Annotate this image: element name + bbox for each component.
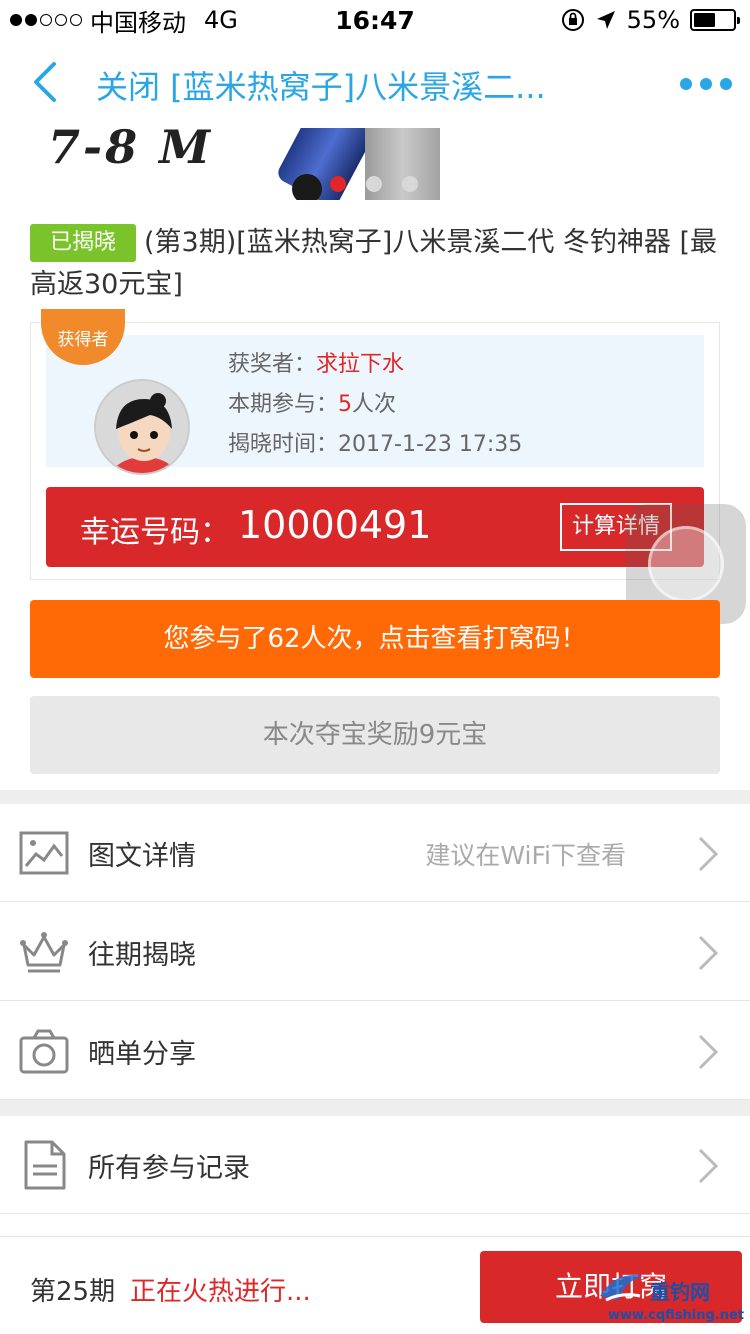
chevron-right-icon: [698, 836, 719, 872]
participation-count: 5: [338, 392, 353, 417]
carousel-pager: [330, 176, 418, 192]
view-codes-button[interactable]: 您参与了62人次，点击查看打窝码！: [30, 600, 720, 678]
winner-avatar[interactable]: [94, 379, 190, 475]
battery-icon: [690, 9, 740, 31]
join-now-button[interactable]: 立即打窝: [480, 1251, 742, 1323]
back-chevron-icon[interactable]: [26, 60, 66, 104]
list-item-share-order[interactable]: 晒单分享: [0, 1002, 750, 1100]
pager-dot[interactable]: [402, 176, 418, 192]
lucky-number-label: 幸运号码：: [80, 515, 230, 550]
banner-caption: 7-8 M: [48, 128, 214, 174]
winner-line: 获奖者：求拉下水: [228, 345, 522, 385]
lucky-number-bar: 幸运号码： 10000491 计算详情: [46, 487, 704, 567]
orientation-lock-icon: [561, 9, 584, 31]
pager-dot[interactable]: [330, 176, 346, 192]
avatar-illustration: [96, 381, 188, 473]
winner-name[interactable]: 求拉下水: [316, 352, 404, 377]
rod-tip-image: [292, 174, 322, 200]
list-item-graphic-details[interactable]: 图文详情 建议在WiFi下查看: [0, 804, 750, 902]
participation-unit: 人次: [352, 392, 397, 417]
bottom-bar: 第25期 正在火热进行... 立即打窝: [0, 1236, 750, 1334]
location-arrow-icon: [596, 11, 615, 29]
list-item-label: 所有参与记录: [88, 1153, 250, 1184]
chevron-right-icon: [698, 1034, 719, 1070]
product-title-block: 已揭晓 (第3期)[蓝米热窝子]八米景溪二代 冬钓神器 [最高返30元宝]: [30, 222, 720, 306]
current-period: 第25期: [30, 1277, 116, 1307]
reveal-time: 2017-1-23 17:35: [338, 432, 523, 457]
list-item-label: 往期揭晓: [88, 940, 196, 971]
reveal-time-line: 揭晓时间：2017-1-23 17:35: [228, 425, 522, 465]
reveal-label: 揭晓时间：: [228, 432, 339, 457]
battery-level: [694, 13, 715, 27]
list-item-hint: 建议在WiFi下查看: [425, 841, 626, 870]
crown-icon: [20, 932, 68, 973]
battery-percent: 55%: [626, 6, 680, 34]
pager-dot[interactable]: [366, 176, 382, 192]
chevron-right-icon: [698, 1148, 719, 1184]
revealed-tag: 已揭晓: [30, 224, 137, 262]
winner-ribbon-icon: 获得者: [29, 309, 139, 371]
winner-info-panel: 获奖者：求拉下水 本期参与：5人次 揭晓时间：2017-1-23 17:35: [46, 335, 704, 475]
section-divider: [0, 790, 750, 804]
participation-line: 本期参与：5人次: [228, 385, 522, 425]
image-icon: [19, 831, 69, 875]
winner-card: 获奖者：求拉下水 本期参与：5人次 揭晓时间：2017-1-23 17:35 获…: [29, 309, 720, 580]
section-divider: [0, 1100, 750, 1116]
chevron-right-icon: [698, 935, 719, 971]
more-options-icon[interactable]: [680, 78, 732, 90]
document-icon: [24, 1140, 66, 1190]
product-image-carousel[interactable]: 7-8 M: [0, 128, 750, 200]
winner-badge: 获得者: [41, 309, 125, 365]
participation-label: 本期参与：: [228, 392, 339, 417]
list-item-label: 图文详情: [88, 841, 196, 872]
assistive-touch-icon: [648, 526, 724, 602]
reward-info-button[interactable]: 本次夺宝奖励9元宝: [30, 696, 720, 774]
lucky-number: 10000491: [238, 503, 432, 547]
list-item-all-records[interactable]: 所有参与记录: [0, 1116, 750, 1214]
camera-icon: [19, 1029, 69, 1074]
navigation-bar: 关闭 [蓝米热窝子]八米景溪二...: [0, 40, 750, 128]
status-bar: 中国移动 4G 16:47 55%: [0, 0, 750, 40]
winner-label: 获奖者：: [228, 352, 317, 377]
list-item-label: 晒单分享: [88, 1039, 196, 1070]
nav-title[interactable]: 关闭 [蓝米热窝子]八米景溪二...: [96, 62, 576, 108]
list-item-past-reveals[interactable]: 往期揭晓: [0, 903, 750, 1001]
period-status[interactable]: 正在火热进行...: [130, 1271, 311, 1308]
